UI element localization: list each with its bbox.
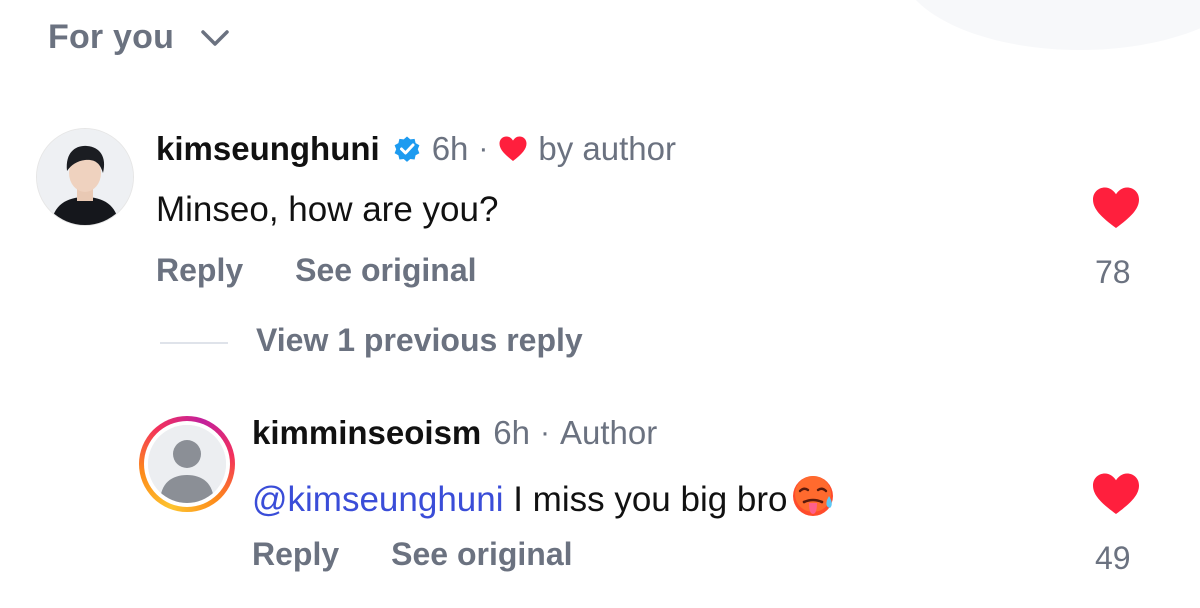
chevron-down-icon: [201, 29, 229, 46]
like-button[interactable]: [1086, 186, 1146, 230]
profile-photo: [37, 129, 133, 225]
comment-header: kimseunghuni 6h · by author: [156, 130, 676, 168]
reply-button[interactable]: Reply: [252, 536, 339, 573]
like-count: 78: [1095, 254, 1131, 290]
author-badge: Author: [559, 414, 658, 451]
reply-text: @kimseunghuni I miss you big bro: [252, 474, 836, 520]
liked-by-author-label: by author: [538, 130, 676, 167]
comment-text: Minseo, how are you?: [156, 190, 499, 229]
separator-dot: ·: [539, 416, 550, 449]
comment-timestamp: 6h: [431, 130, 469, 167]
sort-label: For you: [48, 18, 175, 56]
sort-dropdown[interactable]: For you: [48, 18, 230, 57]
reply-timestamp: 6h: [493, 414, 530, 451]
avatar[interactable]: [36, 128, 134, 226]
thread-divider: [160, 342, 228, 344]
story-ring-avatar[interactable]: [139, 416, 235, 512]
reply-actions: Reply See original: [252, 536, 573, 573]
like-button[interactable]: [1086, 472, 1146, 516]
heart-icon: [499, 136, 527, 161]
heart-filled-icon: [1093, 187, 1139, 228]
verified-badge-icon: [394, 136, 420, 162]
separator-dot: ·: [478, 132, 489, 165]
view-previous-replies-button[interactable]: View 1 previous reply: [256, 322, 583, 359]
like-count: 49: [1095, 540, 1131, 576]
reply-username[interactable]: kimminseoism: [252, 414, 481, 452]
see-original-button[interactable]: See original: [295, 252, 476, 289]
see-original-button[interactable]: See original: [391, 536, 572, 573]
comment-actions: Reply See original: [156, 252, 477, 289]
hot-face-emoji-icon: [792, 476, 833, 516]
default-avatar-icon: [148, 425, 226, 503]
reply-header: kimminseoism 6h · Author: [252, 414, 657, 452]
reply-button[interactable]: Reply: [156, 252, 243, 289]
background-decoration: [900, 0, 1200, 50]
reply-message: I miss you big bro: [503, 480, 788, 519]
mention-link[interactable]: @kimseunghuni: [252, 480, 504, 519]
heart-filled-icon: [1093, 473, 1139, 514]
comment-username[interactable]: kimseunghuni: [156, 130, 380, 168]
